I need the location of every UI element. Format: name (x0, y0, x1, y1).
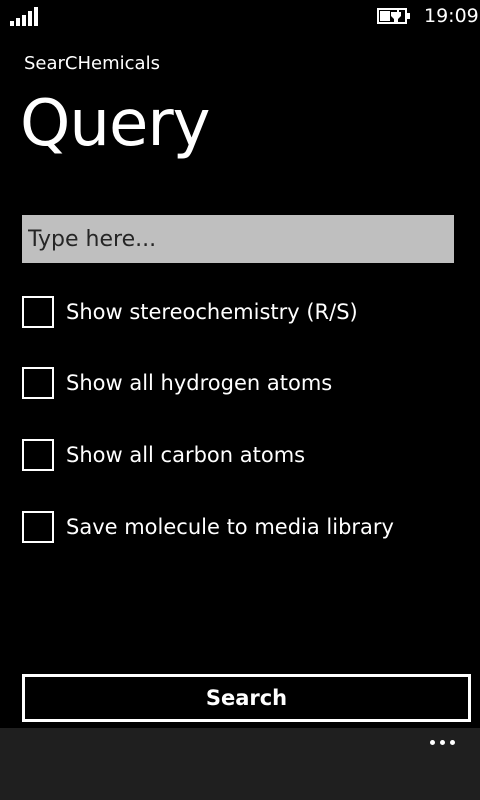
stereochemistry-checkbox-row[interactable]: Show stereochemistry (R/S) (22, 296, 462, 330)
status-bar: 19:09 (0, 0, 480, 32)
signal-strength-icon (10, 6, 42, 26)
page-title: Query (20, 87, 210, 161)
save-to-media-library-checkbox-label[interactable]: Save molecule to media library (66, 512, 394, 542)
carbon-atoms-checkbox-row[interactable]: Show all carbon atoms (22, 439, 462, 473)
save-to-media-library-checkbox[interactable] (22, 511, 54, 543)
stereochemistry-checkbox[interactable] (22, 296, 54, 328)
hydrogen-atoms-checkbox[interactable] (22, 367, 54, 399)
more-options-icon[interactable] (430, 740, 456, 746)
query-input[interactable] (22, 215, 454, 263)
stereochemistry-checkbox-label[interactable]: Show stereochemistry (R/S) (66, 297, 358, 327)
save-to-media-library-checkbox-row[interactable]: Save molecule to media library (22, 511, 462, 545)
hydrogen-atoms-checkbox-label[interactable]: Show all hydrogen atoms (66, 368, 332, 398)
carbon-atoms-checkbox[interactable] (22, 439, 54, 471)
hydrogen-atoms-checkbox-row[interactable]: Show all hydrogen atoms (22, 367, 462, 401)
status-clock: 19:09 (424, 5, 479, 27)
search-button[interactable]: Search (22, 674, 471, 722)
carbon-atoms-checkbox-label[interactable]: Show all carbon atoms (66, 440, 305, 470)
application-bar (0, 728, 480, 800)
query-page: 19:09 SearCHemicals Query Show stereoche… (0, 0, 480, 800)
app-title: SearCHemicals (24, 53, 160, 74)
battery-charging-icon (377, 7, 411, 25)
